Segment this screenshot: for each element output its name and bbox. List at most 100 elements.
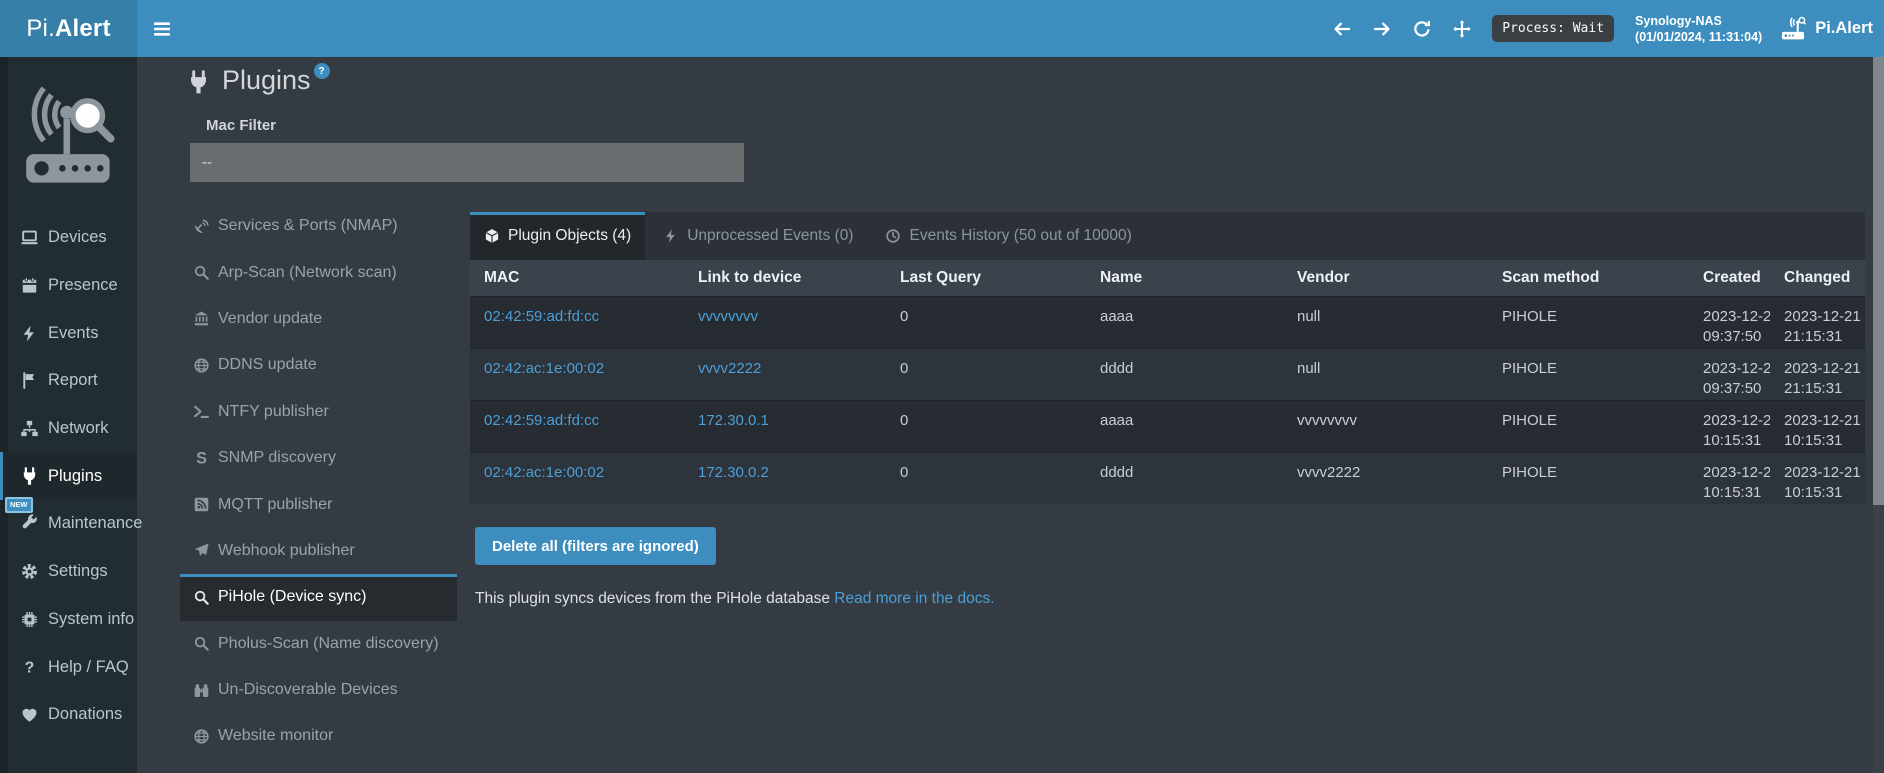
column-header-link-to-device[interactable]: Link to device xyxy=(684,269,886,287)
svg-text:?: ? xyxy=(25,659,35,676)
plugin-nav-label: Webhook publisher xyxy=(218,542,355,560)
sidebar-menu: DevicesPresenceEventsReport Network Plugin… xyxy=(0,214,137,739)
sidebar-item-label: Maintenance xyxy=(48,514,142,533)
sidebar-item-label: Help / FAQ xyxy=(48,658,129,677)
tab-plugin-objects-4[interactable]: Plugin Objects (4) xyxy=(470,212,645,260)
plugin-nav-label: Un-Discoverable Devices xyxy=(218,681,398,699)
back-arrow-icon[interactable] xyxy=(1332,19,1352,39)
cell-name: dddd xyxy=(1086,349,1283,400)
top-navbar: Pi.Alert Process: Wait Synology-NAS (01/… xyxy=(0,0,1884,57)
navbar: Process: Wait Synology-NAS (01/01/2024, … xyxy=(137,0,1884,57)
clock-icon xyxy=(885,228,901,244)
satellite-dish-icon xyxy=(193,218,210,235)
plugin-nav-item-webhook-publisher[interactable]: Webhook publisher xyxy=(180,528,457,574)
plugin-nav-item-ntfy-publisher[interactable]: NTFY publisher xyxy=(180,389,457,435)
process-status-badge: Process: Wait xyxy=(1492,15,1614,42)
refresh-icon[interactable] xyxy=(1412,19,1432,39)
sidebar-item-presence[interactable]: Presence xyxy=(0,262,137,310)
plug-icon xyxy=(20,467,39,486)
menu-toggle-icon[interactable] xyxy=(151,18,173,40)
plugin-nav-item-un-discoverable-devices[interactable]: Un-Discoverable Devices xyxy=(180,667,457,713)
bolt-icon xyxy=(663,228,679,244)
cell-link-to-device: vvvv2222 xyxy=(684,349,886,400)
flag-icon xyxy=(20,371,39,390)
cell-scan-method: PIHOLE xyxy=(1488,349,1689,400)
sidebar-item-network[interactable]: Network xyxy=(0,405,137,453)
plugin-nav-item-mqtt-publisher[interactable]: MQTT publisher xyxy=(180,481,457,527)
question-icon: ? xyxy=(20,658,39,677)
heart-icon xyxy=(20,705,39,724)
sidebar-item-maintenance[interactable]: MaintenanceNEW xyxy=(0,500,137,548)
table-header: MACLink to deviceLast QueryNameVendorSca… xyxy=(470,260,1865,296)
plugin-nav-item-pihole-device-sync[interactable]: PiHole (Device sync) xyxy=(180,574,457,620)
column-header-vendor[interactable]: Vendor xyxy=(1283,269,1488,287)
device-link[interactable]: 172.30.0.1 xyxy=(698,412,769,429)
column-header-mac[interactable]: MAC xyxy=(470,269,684,287)
wrench-icon xyxy=(20,514,39,533)
sidebar-item-label: Settings xyxy=(48,562,108,581)
column-header-name[interactable]: Name xyxy=(1086,269,1283,287)
plugin-nav-item-arp-scan-network-scan[interactable]: Arp-Scan (Network scan) xyxy=(180,249,457,295)
device-link[interactable]: vvvv2222 xyxy=(698,360,761,377)
host-info: Synology-NAS (01/01/2024, 11:31:04) xyxy=(1635,13,1762,45)
sidebar: DevicesPresenceEventsReport Network Plugin… xyxy=(0,57,137,773)
scrollbar-thumb[interactable] xyxy=(1873,57,1884,505)
cell-changed: 2023-12-2110:15:31 xyxy=(1770,401,1865,452)
cell-mac: 02:42:59:ad:fd:cc xyxy=(470,401,684,452)
cell-changed: 2023-12-2121:15:31 xyxy=(1770,349,1865,400)
scrollbar-track xyxy=(1873,57,1884,773)
mac-filter-input[interactable] xyxy=(190,143,744,182)
delete-all-button[interactable]: Delete all (filters are ignored) xyxy=(475,527,716,565)
forward-arrow-icon[interactable] xyxy=(1372,19,1392,39)
tab-unprocessed-events-0[interactable]: Unprocessed Events (0) xyxy=(649,212,867,260)
plugin-nav-item-vendor-update[interactable]: Vendor update xyxy=(180,296,457,342)
plugin-nav-label: Arp-Scan (Network scan) xyxy=(218,264,397,282)
sidebar-item-help-faq[interactable]: ? Help / FAQ xyxy=(0,643,137,691)
search-icon xyxy=(193,589,210,606)
plugin-nav-item-pholus-scan-name-discovery[interactable]: Pholus-Scan (Name discovery) xyxy=(180,621,457,667)
plugin-nav-item-ddns-update[interactable]: DDNS update xyxy=(180,342,457,388)
sidebar-item-donations[interactable]: Donations xyxy=(0,691,137,739)
cell-scan-method: PIHOLE xyxy=(1488,401,1689,452)
sidebar-item-events[interactable]: Events xyxy=(0,309,137,357)
plugin-nav-item-website-monitor[interactable]: Website monitor xyxy=(180,713,457,759)
help-badge[interactable]: ? xyxy=(314,63,330,79)
mac-link[interactable]: 02:42:ac:1e:00:02 xyxy=(484,360,604,377)
move-icon[interactable] xyxy=(1452,19,1472,39)
tab-bar: Plugin Objects (4) Unprocessed Events (0)… xyxy=(470,212,1865,260)
tab-label: Plugin Objects (4) xyxy=(508,227,631,245)
sidebar-item-system-info[interactable]: System info xyxy=(0,596,137,644)
plugin-nav-list: Services & Ports (NMAP) Arp-Scan (Network… xyxy=(180,203,457,760)
sidebar-item-plugins[interactable]: Plugins xyxy=(0,452,137,500)
plugin-nav-item-snmp-discovery[interactable]: SSNMP discovery xyxy=(180,435,457,481)
device-link[interactable]: 172.30.0.2 xyxy=(698,464,769,481)
mac-link[interactable]: 02:42:59:ad:fd:cc xyxy=(484,412,599,429)
mac-link[interactable]: 02:42:59:ad:fd:cc xyxy=(484,308,599,325)
plugin-nav-item-services-ports-nmap[interactable]: Services & Ports (NMAP) xyxy=(180,203,457,249)
mac-link[interactable]: 02:42:ac:1e:00:02 xyxy=(484,464,604,481)
host-name: Synology-NAS xyxy=(1635,13,1762,29)
column-header-last-query[interactable]: Last Query xyxy=(886,269,1086,287)
sidebar-item-report[interactable]: Report xyxy=(0,357,137,405)
cell-scan-method: PIHOLE xyxy=(1488,453,1689,504)
docs-link[interactable]: Read more in the docs. xyxy=(834,590,994,607)
tab-events-history-50-out-of-10000[interactable]: Events History (50 out of 10000) xyxy=(871,212,1145,260)
sidebar-item-label: Donations xyxy=(48,705,122,724)
sidebar-item-devices[interactable]: Devices xyxy=(0,214,137,262)
column-header-scan-method[interactable]: Scan method xyxy=(1488,269,1689,287)
paper-plane-icon xyxy=(193,542,210,559)
column-header-created[interactable]: Created xyxy=(1689,269,1770,287)
binoculars-icon xyxy=(193,682,210,699)
sidebar-item-settings[interactable]: Settings xyxy=(0,548,137,596)
device-link[interactable]: vvvvvvvv xyxy=(698,308,758,325)
tab-label: Unprocessed Events (0) xyxy=(687,227,853,245)
brand-suffix: Alert xyxy=(55,15,111,43)
table-row: 02:42:59:ad:fd:ccvvvvvvvv0aaaanullPIHOLE… xyxy=(470,296,1865,348)
svg-text:S: S xyxy=(196,450,207,467)
column-header-changed[interactable]: Changed xyxy=(1770,269,1865,287)
plugin-nav-label: Pholus-Scan (Name discovery) xyxy=(218,635,439,653)
search-icon xyxy=(193,264,210,281)
cell-changed: 2023-12-2110:15:31 xyxy=(1770,453,1865,504)
sidebar-item-label: Network xyxy=(48,419,109,438)
table-row: 02:42:59:ad:fd:cc172.30.0.10aaaavvvvvvvv… xyxy=(470,400,1865,452)
